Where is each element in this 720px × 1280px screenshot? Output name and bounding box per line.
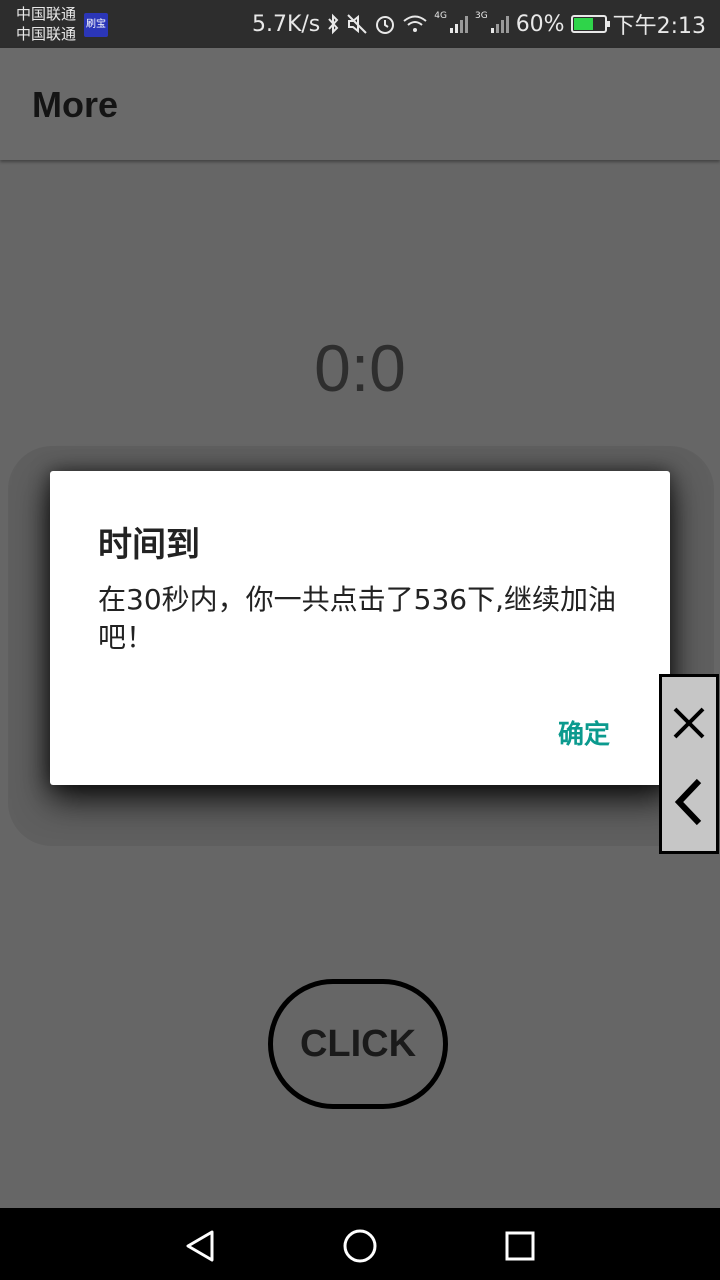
home-icon[interactable]: [340, 1226, 380, 1266]
carrier-1: 中国联通: [16, 5, 77, 23]
battery-icon: [570, 15, 610, 33]
battery-fill: [573, 18, 593, 30]
confirm-button[interactable]: 确定: [558, 714, 610, 751]
alarm-icon: [374, 13, 396, 35]
floating-side-panel: [659, 674, 719, 854]
battery-percent: 60%: [515, 11, 565, 37]
time-up-dialog: 时间到 在30秒内，你一共点击了536下,继续加油吧！ 确定: [50, 471, 670, 785]
app-bar: More: [0, 48, 720, 160]
click-button[interactable]: CLICK: [268, 979, 448, 1109]
dialog-title: 时间到: [98, 525, 200, 565]
navigation-bar: [0, 1208, 720, 1280]
timer-display: 0:0: [314, 331, 406, 405]
status-bar: 中国联通 中国联通 刷宝 5.7K/s 4G 3G 60% 下午2:13: [0, 0, 720, 48]
signal-icon: [449, 14, 469, 34]
close-icon[interactable]: [662, 703, 716, 743]
mute-icon: [346, 13, 368, 35]
page-title: More: [32, 84, 119, 125]
network-type-1: 4G: [434, 11, 447, 21]
carrier-2: 中国联通: [16, 25, 77, 43]
status-icons: 5.7K/s 4G 3G 60% 下午2:13: [252, 0, 706, 48]
clock: 下午2:13: [612, 14, 706, 39]
back-icon[interactable]: [180, 1226, 220, 1266]
carrier-info: 中国联通 中国联通: [16, 4, 76, 44]
chevron-left-icon[interactable]: [662, 777, 716, 827]
recents-icon[interactable]: [500, 1226, 540, 1266]
wifi-icon: [402, 14, 428, 34]
bluetooth-icon: [326, 13, 340, 35]
network-type-2: 3G: [474, 11, 488, 21]
net-speed: 5.7K/s: [251, 11, 321, 37]
dialog-message: 在30秒内，你一共点击了536下,继续加油吧！: [98, 583, 616, 654]
signal-icon-2: [490, 14, 510, 34]
app-badge-icon: 刷宝: [84, 13, 108, 37]
